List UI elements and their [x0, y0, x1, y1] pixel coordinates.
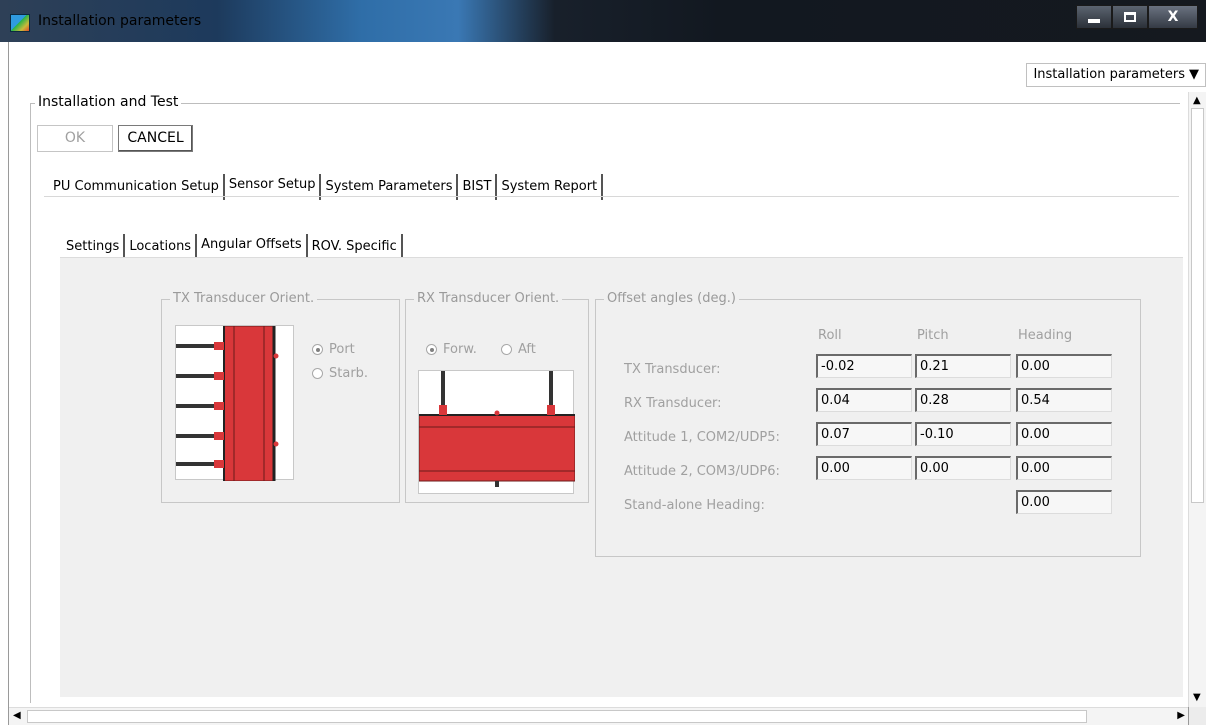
column-header-pitch: Pitch	[917, 328, 949, 343]
horizontal-scroll-thumb[interactable]	[27, 710, 1087, 723]
tx-orient-group: TX Transducer Orient. Port Starb.	[161, 291, 400, 503]
maximize-icon	[1124, 12, 1136, 22]
attitude1-heading-field[interactable]: 0.00	[1016, 422, 1112, 446]
rx-roll-field[interactable]: 0.04	[816, 388, 912, 412]
cancel-button[interactable]: CANCEL	[118, 125, 193, 152]
row-label-rx: RX Transducer:	[624, 396, 722, 411]
app-icon	[10, 14, 30, 32]
vertical-scroll-thumb[interactable]	[1191, 108, 1204, 503]
tx-transducer-picture	[176, 325, 279, 482]
vertical-scrollbar[interactable]: ▲ ▼	[1188, 92, 1206, 725]
tx-roll-field[interactable]: -0.02	[816, 354, 912, 378]
rx-forward-radio[interactable]: Forw.	[426, 342, 477, 357]
group-legend: Installation and Test	[35, 94, 182, 110]
offset-angles-group: Offset angles (deg.) Roll Pitch Heading …	[595, 291, 1141, 557]
rx-orient-legend: RX Transducer Orient.	[414, 291, 563, 306]
offset-angles-legend: Offset angles (deg.)	[604, 291, 739, 306]
tx-starboard-radio[interactable]: Starb.	[312, 366, 368, 381]
window-title: Installation parameters	[38, 13, 202, 29]
row-label-standalone-heading: Stand-alone Heading:	[624, 498, 765, 513]
tx-transducer-diagram	[175, 325, 294, 482]
radio-off-icon	[312, 368, 323, 379]
attitude1-pitch-field[interactable]: -0.10	[915, 422, 1011, 446]
radio-on-icon	[426, 344, 437, 355]
column-header-roll: Roll	[818, 328, 842, 343]
horizontal-scrollbar[interactable]: ◀ ▶	[9, 707, 1189, 725]
rx-orient-group: RX Transducer Orient. Forw. Aft	[405, 291, 589, 503]
close-button[interactable]: X	[1148, 5, 1198, 29]
rx-heading-field[interactable]: 0.54	[1016, 388, 1112, 412]
title-bar: Installation parameters X	[0, 0, 1206, 42]
tx-starboard-label: Starb.	[329, 366, 369, 381]
rx-aft-radio[interactable]: Aft	[501, 342, 536, 357]
close-icon: X	[1167, 9, 1179, 25]
main-tab-divider	[44, 196, 1179, 197]
rx-transducer-picture	[418, 371, 576, 487]
scroll-right-icon[interactable]: ▶	[1177, 710, 1185, 721]
scroll-up-icon[interactable]: ▲	[1193, 95, 1201, 106]
row-label-tx: TX Transducer:	[624, 362, 721, 377]
window-controls: X	[1076, 5, 1198, 29]
tx-pitch-field[interactable]: 0.21	[915, 354, 1011, 378]
attitude2-heading-field[interactable]: 0.00	[1016, 456, 1112, 480]
attitude1-roll-field[interactable]: 0.07	[816, 422, 912, 446]
scroll-left-icon[interactable]: ◀	[13, 710, 21, 721]
view-selector-dropdown[interactable]: Installation parameters ▼	[1026, 63, 1206, 87]
tx-heading-field[interactable]: 0.00	[1016, 354, 1112, 378]
column-header-heading: Heading	[1018, 328, 1073, 343]
tx-port-label: Port	[329, 342, 355, 357]
row-label-attitude-2: Attitude 2, COM3/UDP6:	[624, 464, 780, 479]
standalone-heading-field[interactable]: 0.00	[1016, 490, 1112, 514]
attitude2-roll-field[interactable]: 0.00	[816, 456, 912, 480]
scrollbar-corner	[1188, 707, 1206, 725]
minimize-button[interactable]	[1076, 5, 1112, 29]
rx-transducer-diagram	[418, 370, 576, 494]
maximize-button[interactable]	[1112, 5, 1148, 29]
angular-offsets-panel: TX Transducer Orient. Port Starb. RX Tra…	[60, 257, 1183, 697]
minimize-icon	[1088, 19, 1100, 23]
tx-port-radio[interactable]: Port	[312, 342, 355, 357]
scroll-down-icon[interactable]: ▼	[1193, 692, 1201, 703]
rx-pitch-field[interactable]: 0.28	[915, 388, 1011, 412]
chevron-down-icon: ▼	[1189, 67, 1199, 82]
attitude2-pitch-field[interactable]: 0.00	[915, 456, 1011, 480]
radio-off-icon	[501, 344, 512, 355]
rx-forward-label: Forw.	[443, 342, 477, 357]
view-selector-value: Installation parameters	[1033, 67, 1185, 82]
rx-aft-label: Aft	[518, 342, 536, 357]
radio-on-icon	[312, 344, 323, 355]
row-label-attitude-1: Attitude 1, COM2/UDP5:	[624, 430, 780, 445]
tx-orient-legend: TX Transducer Orient.	[170, 291, 318, 306]
ok-button[interactable]: OK	[37, 125, 113, 152]
